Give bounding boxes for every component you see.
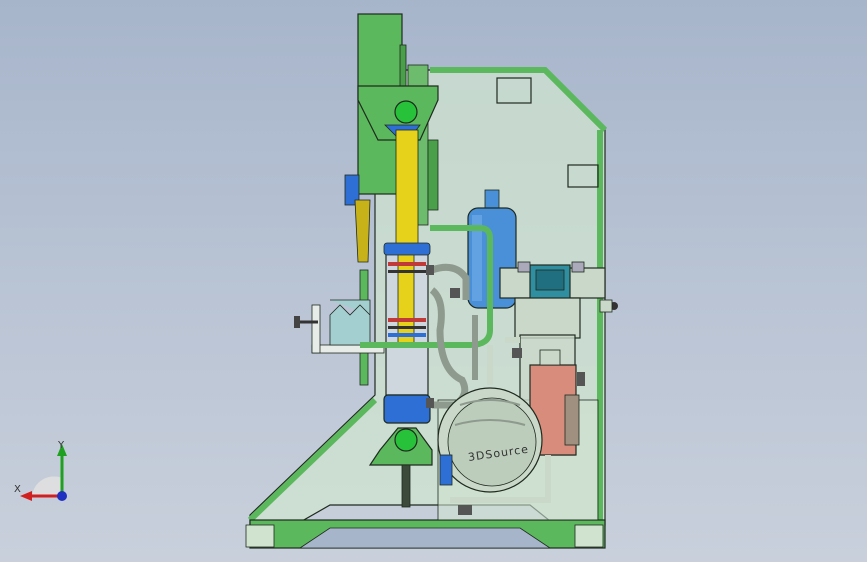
3d-viewport[interactable]: 3DSource Y X bbox=[0, 0, 867, 562]
z-axis-icon bbox=[57, 491, 67, 501]
x-arrow-icon bbox=[20, 491, 32, 501]
y-axis-label: Y bbox=[58, 440, 65, 451]
electric-motor[interactable]: 3DSource bbox=[437, 387, 543, 493]
axis-triad: Y X bbox=[14, 440, 84, 510]
hydraulic-unit-model[interactable]: 3DSource bbox=[0, 0, 867, 562]
x-axis-label: X bbox=[14, 484, 21, 495]
